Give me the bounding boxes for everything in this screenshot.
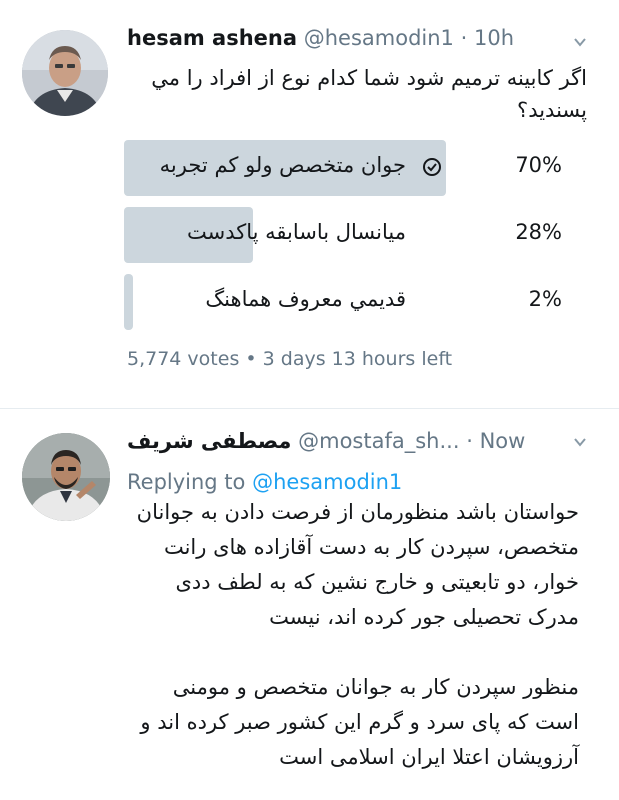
poll-option[interactable]: جوان متخصص ولو کم تجربه 70% [124, 140, 584, 196]
poll-option-label: قديمي معروف هماهنگ [205, 287, 406, 311]
time-left: 3 days 13 hours left [262, 348, 453, 370]
poll-option-percent: 28% [515, 220, 562, 244]
separator: · [466, 429, 473, 453]
reply-target-link[interactable]: @hesamodin1 [252, 470, 402, 494]
poll-option-percent: 70% [515, 153, 562, 177]
replying-prefix: Replying to [127, 470, 246, 494]
avatar-photo [22, 30, 108, 116]
poll-meta: 5,774 votes • 3 days 13 hours left [127, 348, 452, 370]
tweet-text: اگر کابینه ترمیم شود شما کدام نوع از افر… [151, 66, 587, 122]
poll-bar [124, 274, 133, 330]
tweet-paragraph: حواستان باشد منظورمان از فرصت دادن به جو… [136, 500, 579, 629]
poll-option[interactable]: قديمي معروف هماهنگ 2% [124, 274, 584, 330]
user-handle[interactable]: @mostafa_sh... [298, 429, 459, 453]
chevron-down-icon[interactable] [573, 435, 587, 449]
poll-option[interactable]: میانسال باسابقه پاکدست 28% [124, 207, 584, 263]
poll-option-label: جوان متخصص ولو کم تجربه [159, 153, 406, 177]
timestamp[interactable]: 10h [474, 26, 514, 50]
user-handle[interactable]: @hesamodin1 [304, 26, 454, 50]
tweet-text: حواستان باشد منظورمان از فرصت دادن به جو… [127, 495, 579, 775]
avatar-photo [22, 433, 110, 521]
tweet-header: مصطفی شریف @mostafa_sh... · Now [127, 429, 525, 453]
vote-count: 5,774 votes [127, 348, 240, 370]
poll-option-percent: 2% [528, 287, 562, 311]
chevron-down-icon[interactable] [573, 35, 587, 49]
avatar[interactable] [22, 30, 108, 116]
tweet-poll[interactable]: hesam ashena @hesamodin1 · 10h اگر کابین… [0, 0, 619, 400]
tweet-header: hesam ashena @hesamodin1 · 10h [127, 26, 514, 50]
divider [0, 408, 619, 409]
separator: • [245, 348, 257, 370]
separator: · [460, 26, 468, 50]
poll-option-label: میانسال باسابقه پاکدست [186, 220, 406, 244]
timestamp[interactable]: Now [480, 429, 526, 453]
display-name[interactable]: مصطفی شریف [127, 429, 291, 453]
avatar[interactable] [22, 433, 110, 521]
tweet-reply[interactable]: مصطفی شریف @mostafa_sh... · Now Replying… [0, 415, 619, 800]
check-circle-icon [423, 158, 441, 176]
replying-to: Replying to @hesamodin1 [127, 470, 402, 494]
display-name[interactable]: hesam ashena [127, 26, 297, 50]
tweet-paragraph: منظور سپردن کار به جوانان متخصص و مومنی … [140, 675, 579, 769]
